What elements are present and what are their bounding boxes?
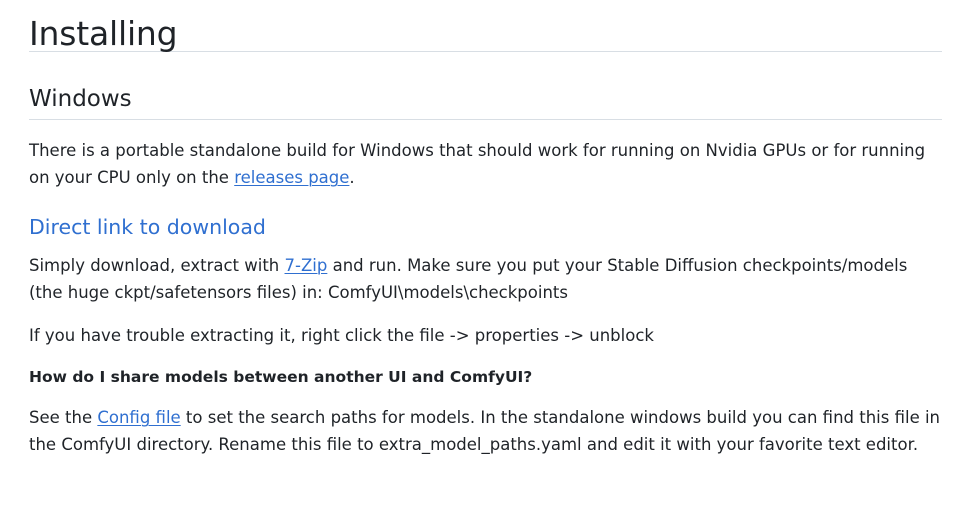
download-text-before: Simply download, extract with bbox=[29, 256, 285, 275]
section-title-windows: Windows bbox=[29, 82, 942, 120]
download-instructions: Simply download, extract with 7-Zip and … bbox=[29, 252, 942, 306]
releases-page-link[interactable]: releases page bbox=[234, 168, 349, 187]
windows-text-before: There is a portable standalone build for… bbox=[29, 141, 926, 187]
seven-zip-link[interactable]: 7-Zip bbox=[285, 256, 328, 275]
readme-content: Installing Windows There is a portable s… bbox=[0, 0, 969, 508]
config-file-link[interactable]: Config file bbox=[97, 408, 180, 427]
share-text-before: See the bbox=[29, 408, 98, 427]
windows-description: There is a portable standalone build for… bbox=[29, 137, 942, 191]
direct-download-link[interactable]: Direct link to download bbox=[29, 211, 942, 243]
windows-text-after: . bbox=[349, 168, 355, 187]
share-models-heading: How do I share models between another UI… bbox=[29, 368, 533, 386]
unblock-instructions: If you have trouble extracting it, right… bbox=[29, 326, 654, 345]
page-title: Installing bbox=[29, 0, 942, 53]
share-models-description: See the Config file to set the search pa… bbox=[29, 404, 942, 458]
